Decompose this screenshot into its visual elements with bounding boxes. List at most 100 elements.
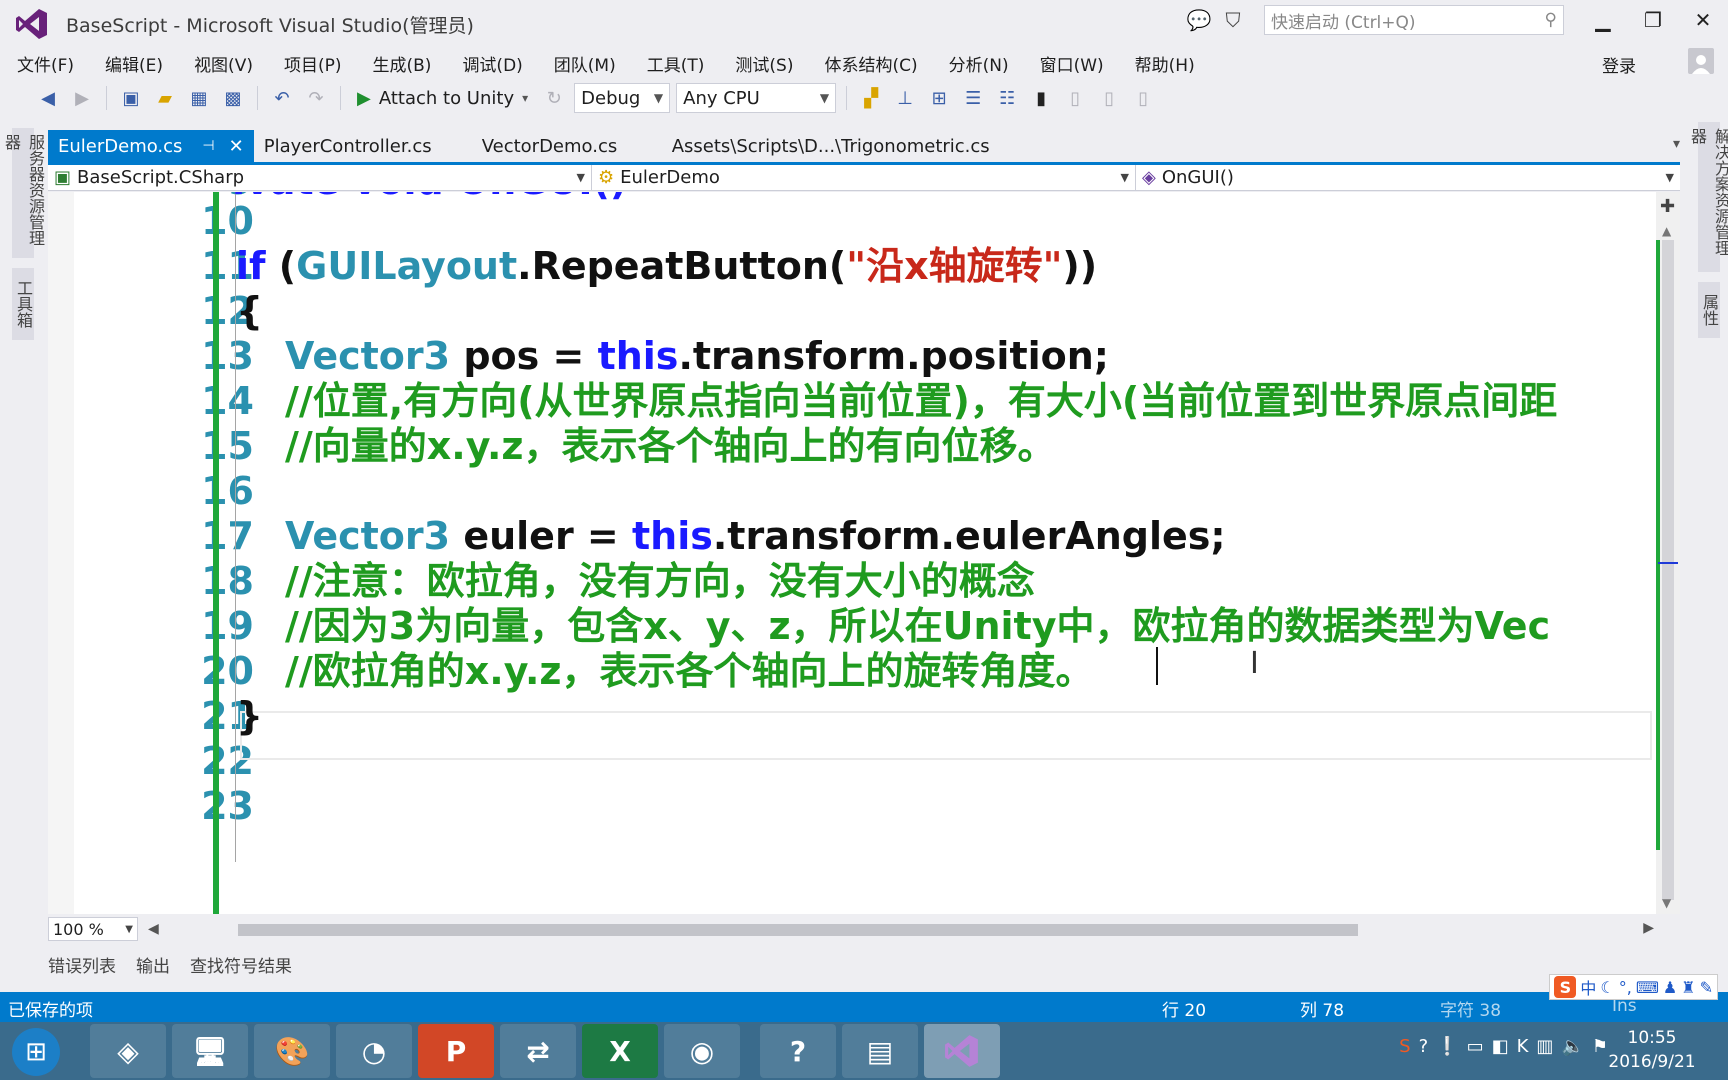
find-in-files-icon[interactable]: ▞ xyxy=(857,84,885,112)
tab-vector-demo[interactable]: VectorDemo.cs xyxy=(472,130,662,162)
save-all-icon[interactable]: ▩ xyxy=(219,84,247,112)
refresh-icon[interactable]: ↻ xyxy=(540,84,568,112)
menu-view[interactable]: 视图(V) xyxy=(177,51,267,76)
visual-studio-taskbar-icon[interactable] xyxy=(924,1024,1000,1078)
platform-select[interactable]: Any CPU ▼ xyxy=(676,83,837,113)
scrollbar-thumb[interactable] xyxy=(1662,240,1674,900)
network-tray-icon[interactable]: ▥ xyxy=(1536,1036,1553,1057)
line-number: 13 xyxy=(201,334,254,378)
code-area[interactable]: ivate void OnGUI() if (GUILayout.RepeatB… xyxy=(232,192,1680,914)
tab-overflow-chevron-icon[interactable]: ▾ xyxy=(1673,136,1680,152)
split-window-icon[interactable]: ✚ xyxy=(1660,196,1675,217)
paint-taskbar-icon[interactable]: 🎨 xyxy=(254,1024,330,1078)
menu-build[interactable]: 生成(B) xyxy=(356,51,446,76)
login-link[interactable]: 登录 xyxy=(1602,52,1636,77)
scroll-left-icon[interactable]: ◀ xyxy=(148,921,159,937)
restore-button[interactable]: ❐ xyxy=(1628,0,1678,40)
menu-edit[interactable]: 编辑(E) xyxy=(88,51,177,76)
minimize-button[interactable]: ▁ xyxy=(1578,0,1628,40)
vertical-scrollbar[interactable]: ✚ ▲ ▼ xyxy=(1656,192,1680,914)
computer-taskbar-icon[interactable]: 🖥 xyxy=(172,1024,248,1078)
tab-error-list[interactable]: 错误列表 xyxy=(38,952,126,977)
code-editor[interactable]: 9 10 11 12 13 14 15 16 17 18 19 20 21 22… xyxy=(48,192,1680,914)
status-message: 已保存的项 xyxy=(8,1001,93,1021)
taskbar-clock[interactable]: 10:55 2016/9/21 xyxy=(1604,1026,1700,1074)
member-dropdown[interactable]: ◈ OnGUI() ▼ xyxy=(1136,165,1680,191)
tab-player-controller[interactable]: PlayerController.cs xyxy=(254,130,472,162)
ime-toolbar[interactable]: S 中 ☾ °, ⌨ ♟ ♜ ✎ xyxy=(1549,974,1718,1000)
filter-icon[interactable]: ⛉ xyxy=(1216,3,1250,37)
project-dropdown[interactable]: ▣ BaseScript.CSharp ▼ xyxy=(48,164,592,191)
toolbox-tab[interactable]: 工具箱 xyxy=(12,268,34,340)
prev-bookmark-icon[interactable]: ▯ xyxy=(1061,84,1089,112)
next-bookmark-icon[interactable]: ▯ xyxy=(1095,84,1123,112)
outdent-icon[interactable]: ☰ xyxy=(959,84,987,112)
open-file-icon[interactable]: ▰ xyxy=(151,84,179,112)
tab-trigonometric[interactable]: Assets\Scripts\D...\Trigonometric.cs xyxy=(662,130,1000,162)
sogou-tray-icon[interactable]: S xyxy=(1399,1036,1410,1057)
feedback-icon[interactable]: 💬 xyxy=(1182,3,1216,37)
glyph-margin[interactable] xyxy=(48,192,74,914)
bookmark-icon[interactable]: ▮ xyxy=(1027,84,1055,112)
app-tray-icon[interactable]: K xyxy=(1517,1036,1529,1057)
format-icon[interactable]: ⊞ xyxy=(925,84,953,112)
user-avatar-icon[interactable] xyxy=(1688,48,1714,74)
properties-tab[interactable]: 属性 xyxy=(1698,282,1720,338)
visual-studio-logo-icon xyxy=(12,4,52,44)
network-taskbar-icon[interactable]: ⇄ xyxy=(500,1024,576,1078)
app-taskbar-icon[interactable]: ◉ xyxy=(664,1024,740,1078)
layout-icon[interactable]: ⊥ xyxy=(891,84,919,112)
scroll-right-icon[interactable]: ▶ xyxy=(1643,920,1654,936)
menu-file[interactable]: 文件(F) xyxy=(0,51,88,76)
start-button[interactable]: ⊞ xyxy=(8,1026,64,1078)
forward-icon[interactable]: ▶ xyxy=(68,84,96,112)
server-explorer-tab[interactable]: 服务器资源管理器 xyxy=(2,128,45,258)
indent-icon[interactable]: ☷ xyxy=(993,84,1021,112)
line-number: 20 xyxy=(201,649,254,693)
close-icon[interactable]: ✕ xyxy=(229,136,244,157)
line-number: 14 xyxy=(201,379,254,423)
pin-icon[interactable]: ⊣ xyxy=(202,138,214,154)
explorer-taskbar-icon[interactable]: ▤ xyxy=(842,1024,918,1078)
notification-tray-icon[interactable]: ❕ xyxy=(1436,1036,1458,1057)
tab-euler-demo[interactable]: EulerDemo.cs ⊣ ✕ xyxy=(48,130,254,162)
message-tray-icon[interactable]: ▭ xyxy=(1467,1036,1484,1057)
menu-team[interactable]: 团队(M) xyxy=(537,51,630,76)
redo-icon[interactable]: ↷ xyxy=(302,84,330,112)
clear-bookmarks-icon[interactable]: ▯ xyxy=(1129,84,1157,112)
help-taskbar-icon[interactable]: ? xyxy=(760,1024,836,1078)
line-number-margin: 9 10 11 12 13 14 15 16 17 18 19 20 21 22… xyxy=(74,192,254,914)
back-icon[interactable]: ◀ xyxy=(34,84,62,112)
powerpoint-taskbar-icon[interactable]: P xyxy=(418,1024,494,1078)
save-icon[interactable]: ▦ xyxy=(185,84,213,112)
solution-config-select[interactable]: Debug ▼ xyxy=(574,83,671,113)
unity-taskbar-icon[interactable]: ◈ xyxy=(90,1024,166,1078)
menu-help[interactable]: 帮助(H) xyxy=(1118,51,1209,76)
menu-window[interactable]: 窗口(W) xyxy=(1023,51,1118,76)
help-tray-icon[interactable]: ? xyxy=(1419,1036,1429,1057)
tab-output[interactable]: 输出 xyxy=(126,952,180,977)
solution-explorer-tab[interactable]: 解决方案资源管理器 xyxy=(1688,122,1728,272)
volume-icon[interactable]: 🔈 xyxy=(1561,1036,1583,1057)
menu-project[interactable]: 项目(P) xyxy=(267,51,356,76)
scroll-down-icon[interactable]: ▼ xyxy=(1662,896,1671,910)
undo-icon[interactable]: ↶ xyxy=(268,84,296,112)
quick-launch-input[interactable]: 快速启动 (Ctrl+Q) ⚲ xyxy=(1264,5,1564,35)
close-button[interactable]: ✕ xyxy=(1678,0,1728,40)
class-dropdown[interactable]: ⚙ EulerDemo ▼ xyxy=(592,164,1136,191)
new-project-icon[interactable]: ▣ xyxy=(117,84,145,112)
status-column: 列 78 xyxy=(1300,1001,1345,1021)
qq-taskbar-icon[interactable]: ◔ xyxy=(336,1024,412,1078)
menu-architecture[interactable]: 体系结构(C) xyxy=(807,51,931,76)
tab-find-symbol-results[interactable]: 查找符号结果 xyxy=(180,952,302,977)
menu-debug[interactable]: 调试(D) xyxy=(445,51,536,76)
horizontal-scrollbar-thumb[interactable] xyxy=(238,924,1358,936)
scroll-up-icon[interactable]: ▲ xyxy=(1662,224,1671,238)
security-tray-icon[interactable]: ◧ xyxy=(1492,1036,1509,1057)
excel-taskbar-icon[interactable]: X xyxy=(582,1024,658,1078)
menu-tools[interactable]: 工具(T) xyxy=(630,51,719,76)
menu-analyze[interactable]: 分析(N) xyxy=(932,51,1023,76)
zoom-select[interactable]: 100 % ▼ xyxy=(48,917,138,941)
attach-to-unity-button[interactable]: ▶ Attach to Unity ▾ xyxy=(351,88,534,109)
menu-test[interactable]: 测试(S) xyxy=(718,51,807,76)
